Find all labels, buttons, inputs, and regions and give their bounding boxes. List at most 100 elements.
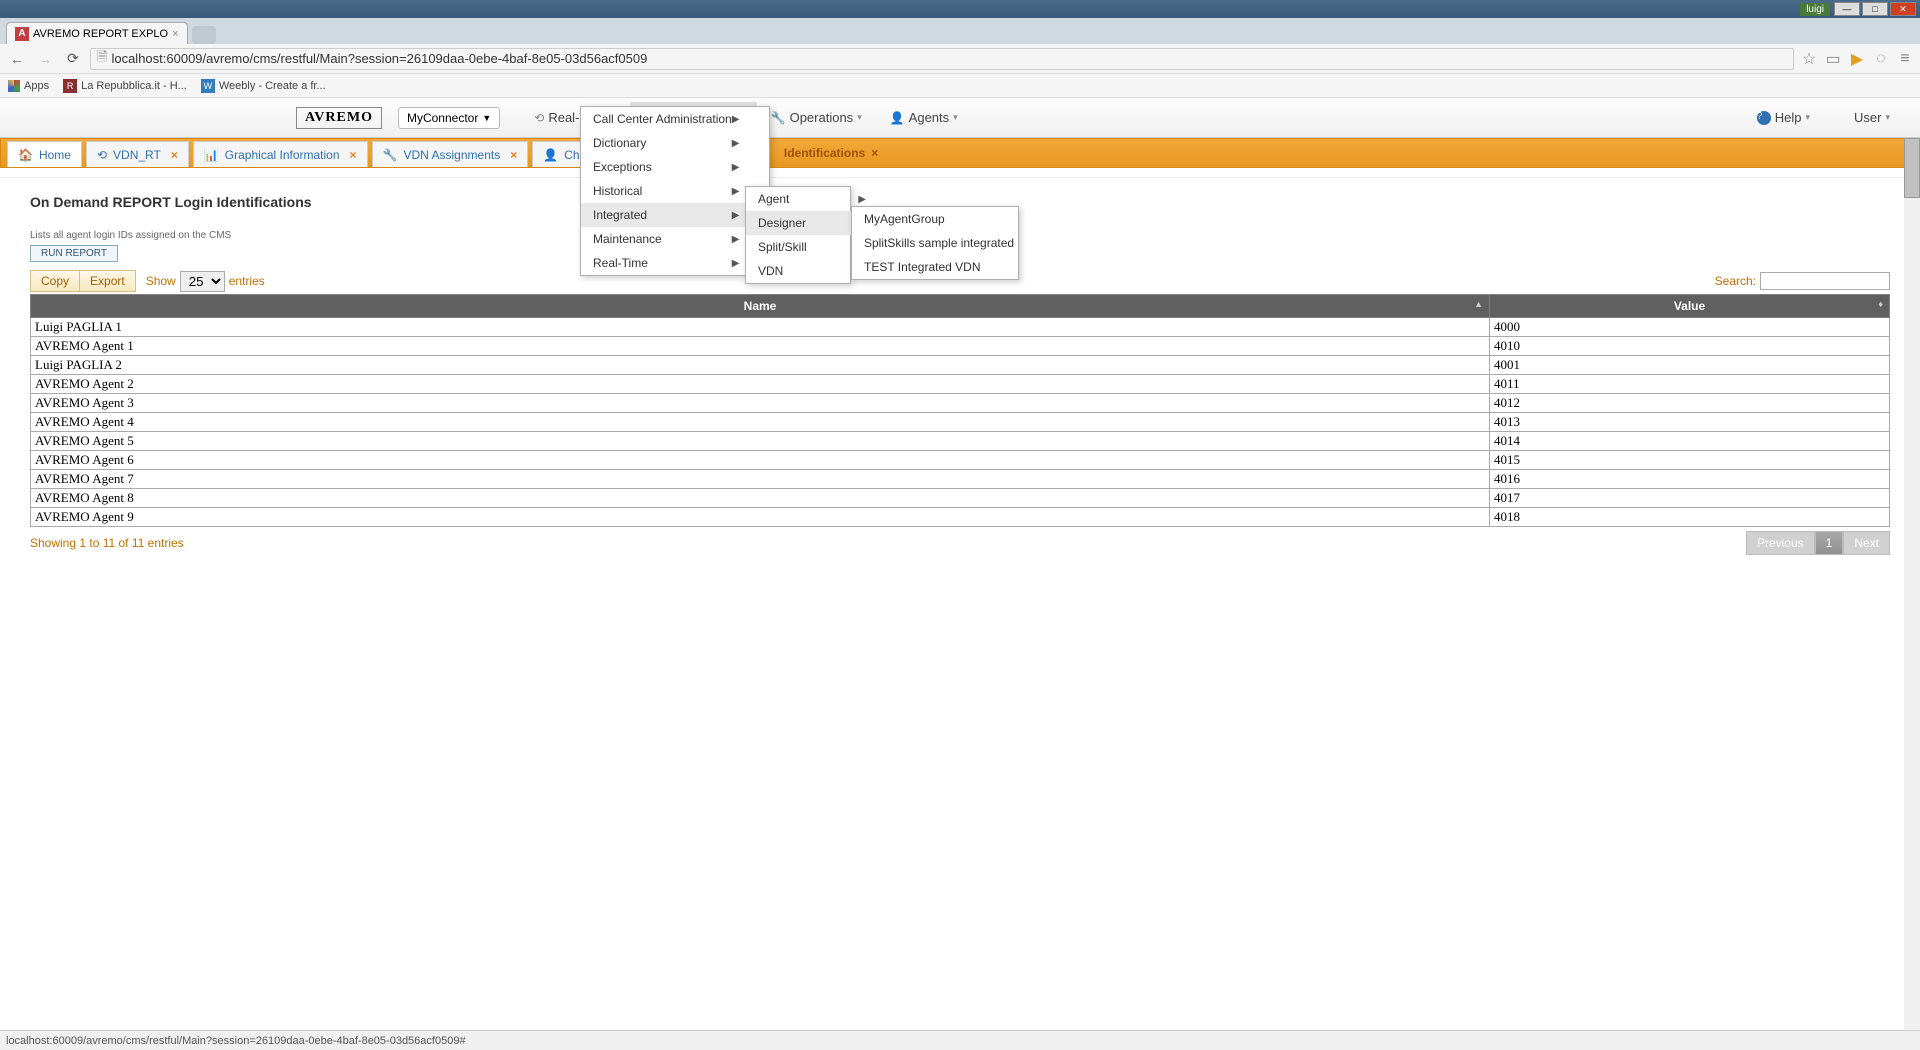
- weebly-bookmark[interactable]: W Weebly - Create a fr...: [201, 79, 326, 93]
- dd-item-dictionary[interactable]: Dictionary▶: [581, 131, 769, 155]
- cell-value: 4011: [1490, 375, 1890, 394]
- tab-label: Graphical Information: [225, 148, 340, 162]
- dd-label: Split/Skill: [758, 240, 807, 254]
- table-row: AVREMO Agent 94018: [31, 508, 1890, 527]
- cell-name: Luigi PAGLIA 2: [31, 356, 1490, 375]
- scrollbar-thumb[interactable]: [1904, 138, 1920, 198]
- connector-select[interactable]: MyConnector ▼: [398, 107, 500, 129]
- menu-icon[interactable]: ≡: [1896, 50, 1914, 68]
- dd-item-splitskills-sample[interactable]: SplitSkills sample integrated: [852, 231, 1018, 255]
- minimize-button[interactable]: —: [1834, 2, 1860, 16]
- dd-item-maintenance[interactable]: Maintenance▶: [581, 227, 769, 251]
- forward-button[interactable]: →: [34, 48, 56, 70]
- user-icon: 👤: [890, 111, 905, 125]
- tab-graphical-info[interactable]: 📊 Graphical Information ×: [193, 141, 368, 167]
- dd-item-integrated[interactable]: Integrated▶: [581, 203, 769, 227]
- new-tab-button[interactable]: [192, 26, 216, 44]
- tab-identifications[interactable]: Identifications ×: [774, 139, 888, 167]
- close-tab-icon[interactable]: ×: [510, 148, 517, 162]
- home-icon: 🏠: [18, 148, 33, 162]
- reload-button[interactable]: ⟳: [62, 48, 84, 70]
- next-button[interactable]: Next: [1843, 531, 1890, 555]
- table-row: Luigi PAGLIA 14000: [31, 318, 1890, 337]
- table-row: AVREMO Agent 84017: [31, 489, 1890, 508]
- url-field[interactable]: 🗎 localhost:60009/avremo/cms/restful/Mai…: [90, 48, 1794, 70]
- device-icon[interactable]: ▭: [1824, 50, 1842, 68]
- cell-name: AVREMO Agent 8: [31, 489, 1490, 508]
- tab-vdnrt[interactable]: ⟲ VDN_RT ×: [86, 141, 189, 167]
- dd-label: SplitSkills sample integrated: [864, 236, 1014, 250]
- menu-agents[interactable]: 👤 Agents ▾: [876, 102, 972, 133]
- menu-help[interactable]: ? Help ▾: [1743, 102, 1824, 133]
- address-bar: ← → ⟳ 🗎 localhost:60009/avremo/cms/restf…: [0, 44, 1920, 74]
- table-row: AVREMO Agent 54014: [31, 432, 1890, 451]
- entries-label: entries: [229, 274, 265, 288]
- caret-down-icon: ▼: [482, 113, 491, 123]
- page-1-button[interactable]: 1: [1815, 531, 1844, 555]
- bookmark-bar: Apps R La Repubblica.it - H... W Weebly …: [0, 74, 1920, 98]
- connector-label: MyConnector: [407, 111, 478, 125]
- copy-button[interactable]: Copy: [30, 270, 80, 292]
- help-icon: ?: [1757, 111, 1771, 125]
- col-value[interactable]: Value♦: [1490, 295, 1890, 318]
- cell-name: AVREMO Agent 4: [31, 413, 1490, 432]
- menu-label: User: [1854, 110, 1881, 125]
- sort-icon: ▲: [1474, 299, 1483, 309]
- dd-label: Designer: [758, 216, 806, 230]
- back-button[interactable]: ←: [6, 48, 28, 70]
- caret-down-icon: ▾: [1805, 112, 1810, 123]
- dd-label: Agent: [758, 192, 789, 206]
- table-row: Luigi PAGLIA 24001: [31, 356, 1890, 375]
- dd-item-cca[interactable]: Call Center Administration▶: [581, 107, 769, 131]
- export-button[interactable]: Export: [80, 270, 136, 292]
- arrow-right-icon: ▶: [732, 114, 740, 125]
- dd-item-historical[interactable]: Historical▶: [581, 179, 769, 203]
- tab-label: VDN_RT: [113, 148, 161, 162]
- vertical-scrollbar[interactable]: [1904, 138, 1920, 1030]
- maximize-button[interactable]: □: [1862, 2, 1888, 16]
- star-icon[interactable]: ☆: [1800, 50, 1818, 68]
- close-tab-icon[interactable]: ×: [871, 146, 878, 160]
- dd-item-exceptions[interactable]: Exceptions▶: [581, 155, 769, 179]
- ext-icon[interactable]: ◌: [1872, 50, 1890, 68]
- dd-item-realtime[interactable]: Real-Time▶: [581, 251, 769, 275]
- search-label: Search:: [1715, 274, 1756, 288]
- dd-label: Call Center Administration: [593, 112, 732, 126]
- close-tab-icon[interactable]: ×: [172, 28, 178, 40]
- browser-tab[interactable]: A AVREMO REPORT EXPLO ×: [6, 22, 188, 44]
- close-tab-icon[interactable]: ×: [350, 148, 357, 162]
- arrow-right-icon: ▶: [732, 234, 740, 245]
- table-row: AVREMO Agent 44013: [31, 413, 1890, 432]
- arrow-right-icon: ▶: [732, 162, 740, 173]
- logo: AVREMO: [296, 107, 382, 129]
- tab-home[interactable]: 🏠 Home: [7, 141, 82, 167]
- cell-name: AVREMO Agent 9: [31, 508, 1490, 527]
- cell-value: 4010: [1490, 337, 1890, 356]
- dd-item-myagentgroup[interactable]: MyAgentGroup: [852, 207, 1018, 231]
- menu-operations[interactable]: 🔧 Operations ▾: [757, 102, 876, 133]
- dd-item-test-integrated-vdn[interactable]: TEST Integrated VDN: [852, 255, 1018, 279]
- cell-name: AVREMO Agent 1: [31, 337, 1490, 356]
- tab-vdn-assignments[interactable]: 🔧 VDN Assignments ×: [372, 141, 529, 167]
- refresh-icon: ⟲: [97, 148, 107, 162]
- page-size-select[interactable]: 25: [180, 271, 225, 292]
- close-tab-icon[interactable]: ×: [171, 148, 178, 162]
- cell-value: 4000: [1490, 318, 1890, 337]
- apps-bookmark[interactable]: Apps: [8, 80, 49, 92]
- dd-label: VDN: [758, 264, 783, 278]
- play-icon[interactable]: ▶: [1848, 50, 1866, 68]
- repubblica-bookmark[interactable]: R La Repubblica.it - H...: [63, 79, 187, 93]
- page-icon: 🗎: [97, 48, 107, 70]
- wrench-icon: 🔧: [771, 111, 786, 125]
- col-name[interactable]: Name▲: [31, 295, 1490, 318]
- run-report-button[interactable]: RUN REPORT: [30, 245, 118, 262]
- close-window-button[interactable]: ✕: [1890, 2, 1916, 16]
- cell-name: AVREMO Agent 6: [31, 451, 1490, 470]
- prev-button[interactable]: Previous: [1746, 531, 1815, 555]
- integrated-submenu: Agent▶ Designer▶ Split/Skill▶ VDN▶: [745, 186, 851, 284]
- dd-label: Real-Time: [593, 256, 648, 270]
- menu-user[interactable]: User ▾: [1840, 102, 1904, 133]
- chart-icon: 📊: [204, 148, 219, 162]
- cell-value: 4015: [1490, 451, 1890, 470]
- search-input[interactable]: [1760, 272, 1890, 290]
